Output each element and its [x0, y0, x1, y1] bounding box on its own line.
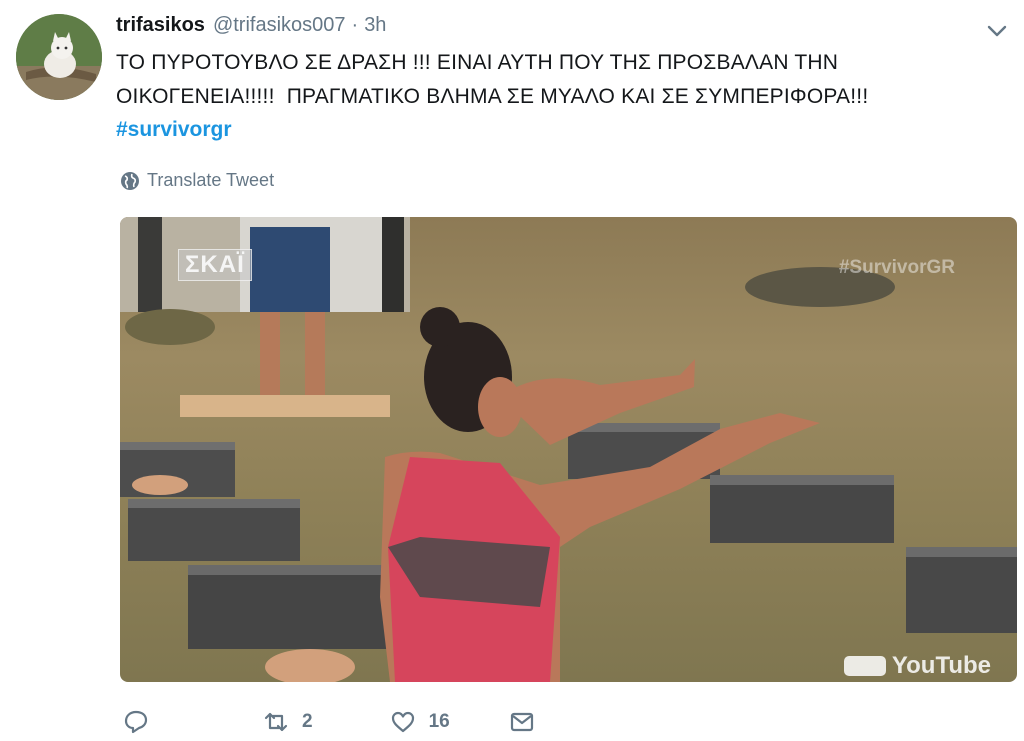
display-name[interactable]: trifasikos: [116, 14, 205, 37]
separator-dot: ·: [351, 14, 359, 36]
chevron-down-icon[interactable]: [984, 18, 1010, 44]
retweet-icon: [264, 712, 288, 732]
retweet-button[interactable]: 2: [262, 708, 313, 736]
user-handle[interactable]: @trifasikos007: [213, 14, 346, 37]
youtube-label: YouTube: [891, 652, 991, 679]
heart-icon: [391, 711, 414, 733]
tweet-text: ΤΟ ΠΥΡΟΤΟΥΒΛΟ ΣΕ ΔΡΑΣΗ !!! ΕΙΝΑΙ ΑΥΤΗ ΠΟ…: [116, 46, 996, 114]
tweet-header: trifasikos @trifasikos007 · 3h: [116, 14, 386, 38]
video-media[interactable]: ΣΚΑΪ #SurvivorGR YouTube: [120, 217, 1017, 682]
cat-avatar-image: [16, 14, 102, 100]
direct-message-button[interactable]: [508, 708, 536, 736]
reply-button[interactable]: [122, 708, 150, 736]
youtube-logo[interactable]: YouTube: [843, 652, 991, 680]
retweet-count: 2: [302, 711, 313, 732]
tweet-text-line-2: ΟΙΚΟΓΕΝΕΙΑ!!!!! ΠΡΑΓΜΑΤΙΚΟ ΒΛΗΜΑ ΣΕ ΜΥΑΛ…: [116, 85, 869, 108]
channel-logo: ΣΚΑΪ: [178, 249, 252, 281]
avatar[interactable]: [16, 14, 102, 100]
tweet-text-line-1: ΤΟ ΠΥΡΟΤΟΥΒΛΟ ΣΕ ΔΡΑΣΗ !!! ΕΙΝΑΙ ΑΥΤΗ ΠΟ…: [116, 51, 839, 74]
youtube-play-icon: [843, 656, 886, 676]
hashtag-link[interactable]: #survivorgr: [116, 118, 232, 142]
watermark-text: #SurvivorGR: [838, 257, 955, 278]
globe-icon: [121, 171, 139, 190]
translate-label: Translate Tweet: [147, 170, 275, 190]
like-count: 16: [428, 711, 450, 732]
video-frame-image: [120, 217, 1017, 682]
reply-icon: [124, 710, 148, 734]
timestamp[interactable]: 3h: [364, 14, 386, 37]
translate-tweet-link[interactable]: Translate Tweet: [120, 170, 274, 191]
envelope-icon: [510, 712, 533, 732]
tweet-actions: 2 16: [122, 708, 536, 736]
like-button[interactable]: 16: [389, 708, 450, 736]
